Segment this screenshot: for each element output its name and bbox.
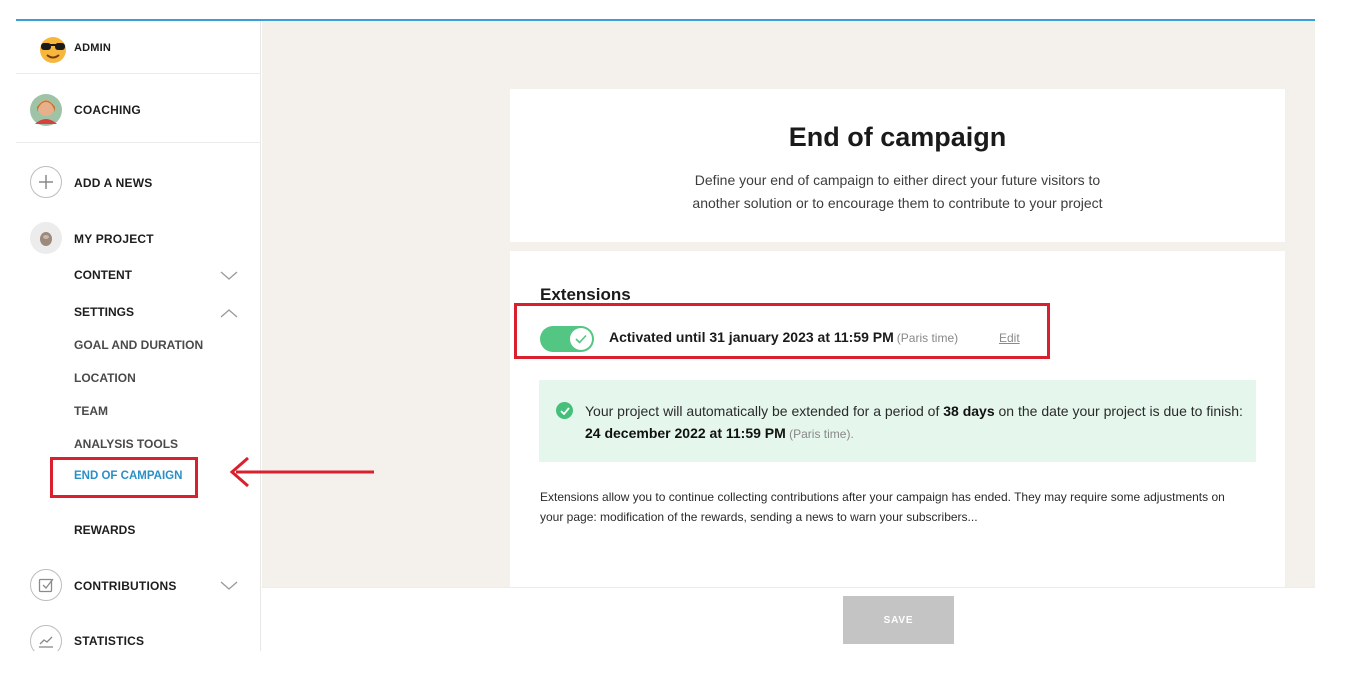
sidebar-item-content[interactable]: CONTENT: [16, 265, 261, 287]
sidebar-item-location[interactable]: LOCATION: [74, 371, 136, 385]
notice-text: Your project will automatically be exten…: [585, 400, 1245, 445]
sunglasses-emoji-icon: [37, 33, 69, 65]
chevron-down-icon: [220, 271, 238, 280]
sidebar-item-statistics[interactable]: STATISTICS: [16, 624, 261, 651]
divider: [16, 73, 261, 74]
intro-card: [510, 89, 1285, 242]
highlight-box-toggle: [514, 303, 1050, 359]
divider: [16, 142, 261, 143]
notice-timezone: (Paris time).: [785, 427, 854, 441]
page-title: End of campaign: [788, 122, 1007, 152]
coaching-avatar: [30, 94, 62, 126]
sidebar-item-label: MY PROJECT: [74, 232, 154, 246]
sidebar-item-settings[interactable]: SETTINGS: [16, 302, 261, 324]
project-avatar: [30, 222, 62, 254]
chart-icon: [30, 625, 62, 651]
intro-text-line1: Define your end of campaign to either di…: [694, 172, 1101, 188]
sidebar-item-label: CONTRIBUTIONS: [74, 579, 177, 593]
notice-text-part: Your project will automatically be exten…: [585, 403, 944, 419]
sidebar-item-label: ADD A NEWS: [74, 176, 153, 190]
footer-bar: [262, 587, 1315, 651]
notice-days: 38 days: [943, 403, 995, 419]
checkbox-icon: [30, 569, 62, 601]
sidebar-item-rewards[interactable]: REWARDS: [74, 523, 135, 537]
sidebar: ADMIN COACHING ADD A NEWS MY PROJECT CON…: [16, 21, 261, 651]
sidebar-item-add-news[interactable]: ADD A NEWS: [16, 165, 261, 199]
extensions-description: Extensions allow you to continue collect…: [540, 490, 1225, 524]
sidebar-item-analysis-tools[interactable]: ANALYSIS TOOLS: [74, 437, 178, 451]
notice-date: 24 december 2022 at 11:59 PM: [585, 425, 786, 441]
sidebar-item-team[interactable]: TEAM: [74, 404, 108, 418]
save-button[interactable]: SAVE: [843, 596, 954, 644]
chevron-up-icon: [220, 309, 238, 318]
extensions-title: Extensions: [540, 285, 631, 304]
sidebar-item-coaching[interactable]: COACHING: [16, 91, 261, 129]
sidebar-item-goal-duration[interactable]: GOAL AND DURATION: [74, 338, 203, 352]
chevron-down-icon: [220, 581, 238, 590]
sidebar-item-label: ADMIN: [74, 42, 112, 54]
sidebar-item-contributions[interactable]: CONTRIBUTIONS: [16, 568, 261, 602]
highlight-box-sidebar: [50, 457, 198, 498]
arrow-left-icon: [229, 456, 374, 488]
plus-icon: [30, 166, 62, 198]
intro-text-line2: another solution or to encourage them to…: [692, 195, 1103, 211]
sidebar-item-label: STATISTICS: [74, 634, 145, 648]
sidebar-item-label: COACHING: [74, 103, 141, 117]
sidebar-item-my-project[interactable]: MY PROJECT: [16, 221, 261, 255]
sidebar-item-admin[interactable]: ADMIN: [16, 31, 261, 67]
notice-text-part: on the date your project is due to finis…: [994, 403, 1243, 419]
check-circle-icon: [556, 402, 573, 419]
sidebar-item-label: SETTINGS: [74, 305, 135, 319]
sidebar-item-label: CONTENT: [74, 268, 132, 282]
extension-notice: Your project will automatically be exten…: [539, 380, 1256, 462]
